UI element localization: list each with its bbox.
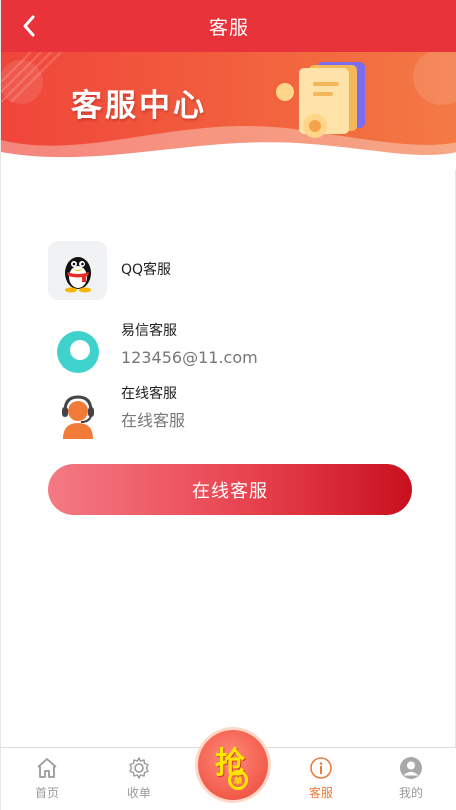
tab-label: 客服 (308, 786, 333, 800)
grab-sub-label: 单 (233, 776, 243, 787)
contact-cards-illustration-icon (276, 62, 365, 138)
home-icon (37, 758, 57, 778)
contact-value: 123456@11.com (121, 348, 258, 367)
tab-label: 首页 (34, 786, 59, 800)
headset-agent-icon (61, 394, 94, 439)
magnifier-icon: 单 (228, 770, 248, 790)
qq-icon-box (48, 241, 107, 300)
banner-background (1, 52, 456, 170)
service-banner: 客服中心 (1, 52, 456, 170)
contact-text: QQ客服 (121, 241, 171, 279)
tab-home[interactable]: 首页 (15, 756, 79, 801)
contact-name: QQ客服 (121, 262, 172, 278)
tab-orders[interactable]: 收单 (107, 756, 171, 801)
yixin-chat-icon (56, 330, 99, 373)
customer-service-page: 客服 客服中心 QQ客服 易信客服 123456@11.com 在线客服 在线客… (0, 0, 456, 810)
contact-name: 在线客服 (121, 386, 177, 402)
contact-text: 易信客服 123456@11.com (121, 322, 258, 368)
tab-label: 收单 (126, 786, 151, 800)
contact-text: 在线客服 在线客服 (121, 385, 185, 431)
chevron-left-icon (23, 15, 35, 37)
contact-item-yixin[interactable]: 易信客服 123456@11.com (48, 322, 258, 381)
tab-service[interactable]: 客服 (289, 756, 353, 801)
info-icon (310, 757, 332, 779)
user-icon (400, 757, 422, 779)
gear-icon (129, 757, 149, 779)
qq-penguin-icon (64, 256, 91, 292)
online-service-button[interactable]: 在线客服 (48, 464, 412, 515)
contact-item-qq[interactable]: QQ客服 (48, 241, 171, 300)
tab-mine[interactable]: 我的 (379, 756, 443, 801)
top-nav-bar: 客服 (1, 0, 456, 52)
yixin-icon-box (48, 322, 107, 381)
banner-title: 客服中心 (71, 88, 207, 124)
contact-name: 易信客服 (121, 323, 177, 339)
grab-order-button[interactable]: 抢 单 (198, 730, 268, 800)
tab-label: 我的 (398, 786, 423, 800)
contact-value: 在线客服 (121, 411, 186, 430)
online-icon-box (48, 385, 107, 444)
page-title: 客服 (208, 16, 249, 39)
contact-item-online[interactable]: 在线客服 在线客服 (48, 385, 185, 444)
back-button[interactable] (15, 12, 43, 40)
